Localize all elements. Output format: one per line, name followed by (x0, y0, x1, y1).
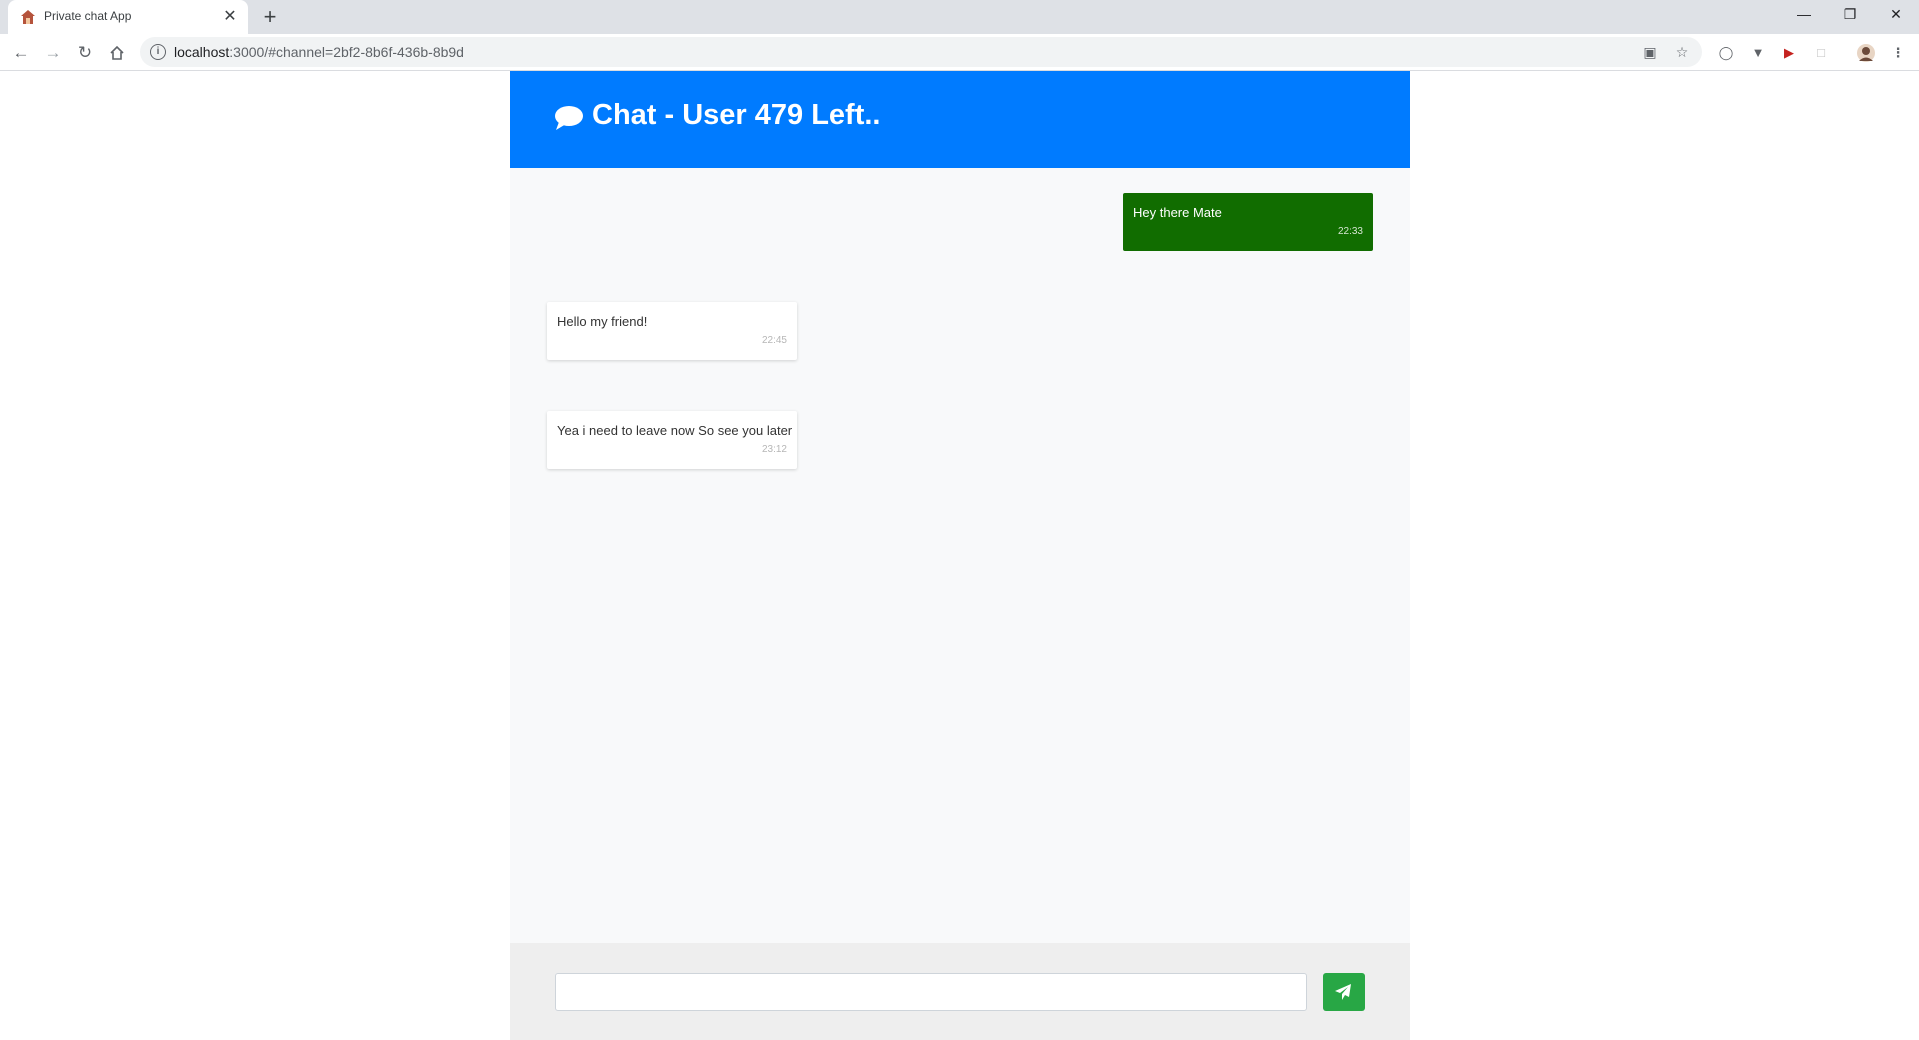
message-received: Hello my friend! 22:45 (547, 302, 797, 360)
comment-icon (555, 106, 583, 130)
forward-icon[interactable]: → (40, 40, 66, 66)
browser-toolbar: ← → ↻ i localhost:3000/#channel=2bf2-8b6… (0, 34, 1919, 71)
message-text: Hey there Mate (1133, 205, 1222, 220)
home-icon[interactable] (104, 40, 130, 66)
message-received: Yea i need to leave now So see you later… (547, 411, 797, 469)
message-time: 23:12 (761, 444, 787, 455)
url-path: :3000/#channel=2bf2-8b6f-436b-8b9d (229, 44, 464, 60)
paper-plane-icon (1335, 984, 1351, 1000)
browser-tab[interactable]: Private chat App ✕ (8, 0, 248, 34)
send-button[interactable] (1323, 973, 1365, 1011)
cast-icon[interactable]: ▣ (1640, 42, 1660, 62)
message-composer (510, 943, 1410, 1040)
address-bar[interactable]: i localhost:3000/#channel=2bf2-8b6f-436b… (140, 37, 1702, 67)
message-input[interactable] (555, 973, 1307, 1011)
url-host: localhost (174, 44, 230, 60)
bookmark-star-icon[interactable]: ☆ (1672, 42, 1692, 62)
chat-header: Chat - User 479 Left.. (510, 71, 1410, 168)
new-tab-button[interactable]: + (258, 5, 282, 29)
profile-avatar-icon[interactable] (1856, 43, 1876, 63)
vpn-extension-icon[interactable]: ▼ (1748, 43, 1768, 63)
browser-menu-icon[interactable]: ⋮ (1888, 43, 1908, 63)
message-sent: Hey there Mate 22:33 (1123, 193, 1373, 251)
url-text: localhost:3000/#channel=2bf2-8b6f-436b-8… (174, 44, 464, 60)
restore-button[interactable]: ❐ (1827, 0, 1873, 30)
minimize-button[interactable]: — (1781, 0, 1827, 30)
message-time: 22:33 (1337, 226, 1363, 237)
browser-tabstrip: Private chat App ✕ + — ❐ ✕ (0, 0, 1919, 34)
tab-close-icon[interactable]: ✕ (220, 7, 240, 27)
tab-title: Private chat App (44, 9, 132, 23)
house-favicon-icon (21, 10, 35, 24)
extension-icon[interactable]: ◯ (1716, 43, 1736, 63)
message-text: Yea i need to leave now So see you later (557, 423, 793, 438)
chat-app: Chat - User 479 Left.. Hey there Mate 22… (510, 71, 1410, 1040)
blank-extension-icon[interactable]: □ (1811, 43, 1831, 63)
reload-icon[interactable]: ↻ (72, 40, 98, 66)
close-window-button[interactable]: ✕ (1873, 0, 1919, 30)
media-extension-icon[interactable]: ▶ (1779, 43, 1799, 63)
back-icon[interactable]: ← (8, 40, 34, 66)
chat-title: Chat - User 479 Left.. (592, 99, 881, 131)
message-text: Hello my friend! (557, 314, 648, 329)
site-info-icon[interactable]: i (150, 44, 166, 60)
message-time: 22:45 (761, 335, 787, 346)
